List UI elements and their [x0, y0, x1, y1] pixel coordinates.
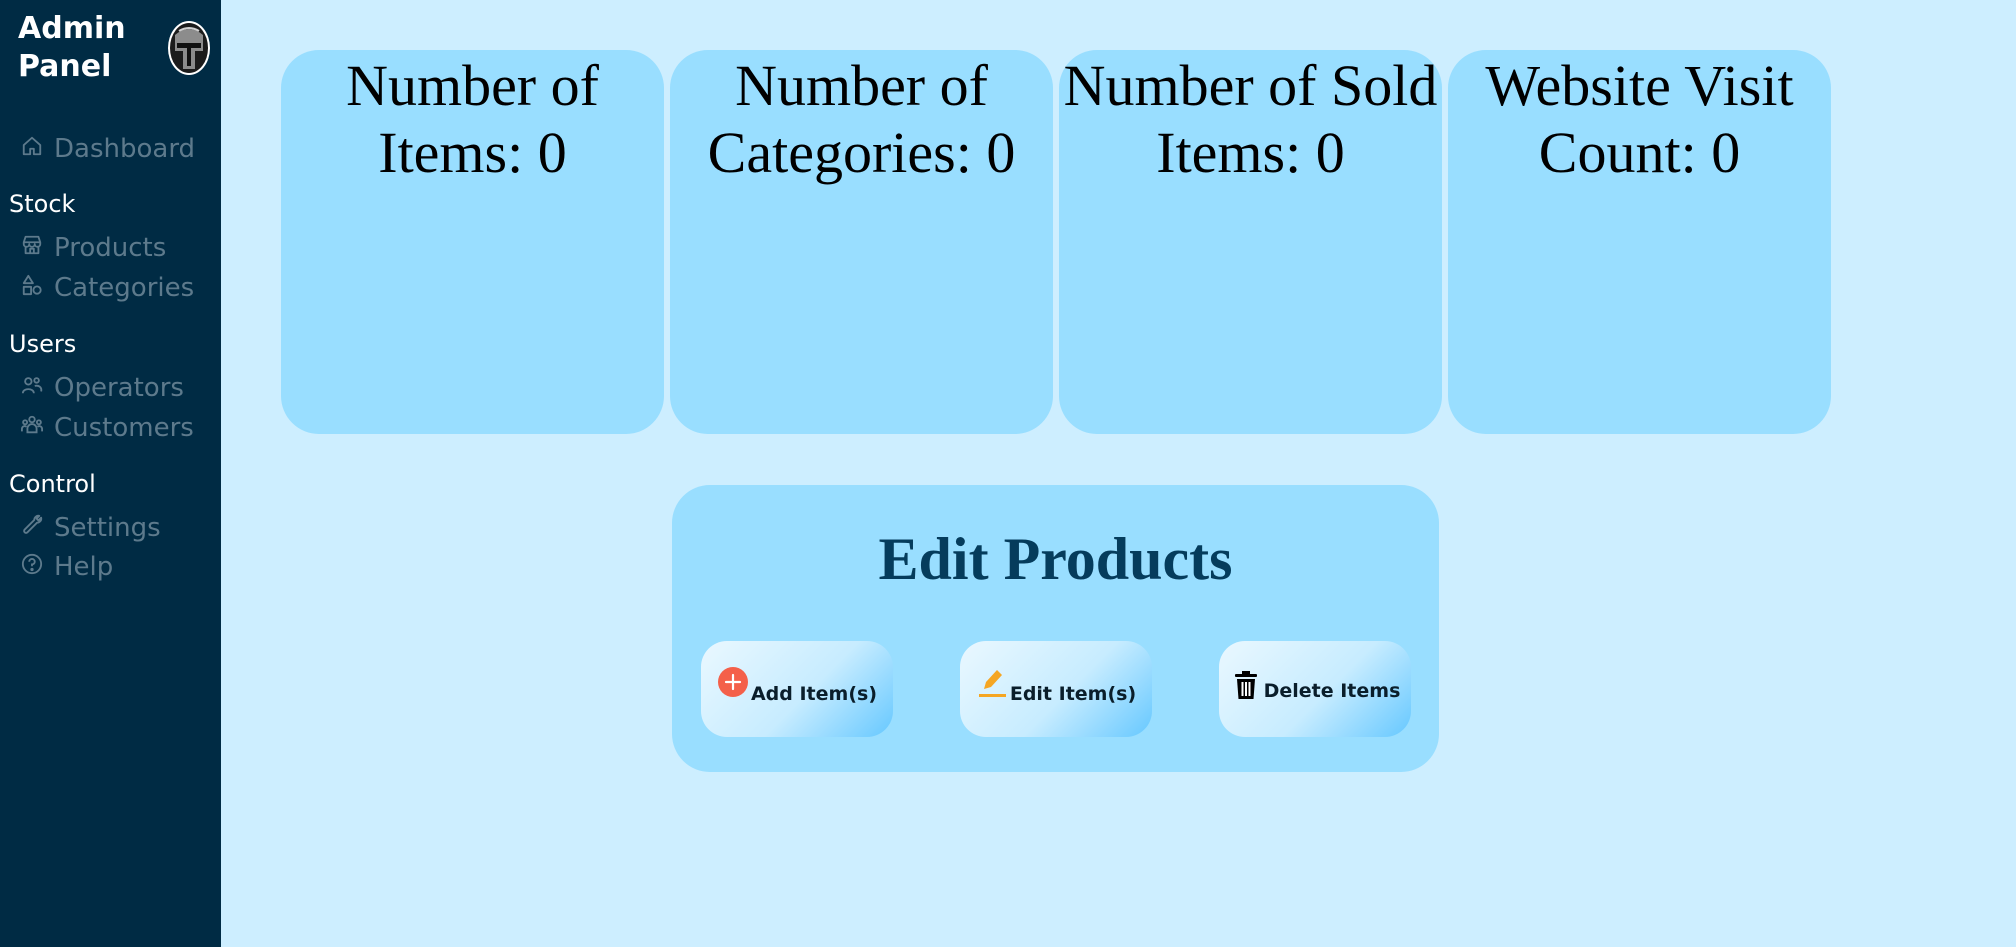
users-icon	[20, 413, 44, 437]
add-items-label: Add Item(s)	[750, 683, 878, 705]
edit-items-label: Edit Item(s)	[1009, 683, 1137, 705]
question-circle-icon	[20, 552, 44, 576]
stat-card-items: Number of Items: 0	[281, 50, 664, 434]
stat-items-text: Number of Items: 0	[281, 52, 664, 186]
sidebar-item-label: Products	[54, 233, 167, 263]
brand-line-2: Panel	[18, 49, 112, 84]
section-control: Control	[9, 470, 96, 498]
stat-visits-line-1: Website Visit	[1485, 53, 1794, 118]
sidebar-item-label: Categories	[54, 273, 195, 303]
stat-card-visits: Website Visit Count: 0	[1448, 50, 1831, 434]
sidebar-item-customers[interactable]: Customers	[20, 411, 194, 445]
sidebar-item-settings[interactable]: Settings	[20, 511, 161, 545]
stat-sold-line-1: Number of Sold	[1063, 53, 1438, 118]
stat-card-sold: Number of Sold Items: 0	[1059, 50, 1442, 434]
sidebar-item-label: Settings	[54, 513, 161, 543]
store-icon	[20, 233, 44, 257]
sidebar-item-products[interactable]: Products	[20, 231, 166, 265]
edit-products-panel: Edit Products Add Item(s) Edit Item(s) D…	[672, 485, 1439, 772]
stat-items-line-2: Items: 0	[378, 120, 567, 185]
stat-visits-line-2: Count: 0	[1538, 120, 1741, 185]
shapes-icon	[20, 273, 44, 297]
edit-items-button[interactable]: Edit Item(s)	[960, 641, 1152, 737]
stat-visits-text: Website Visit Count: 0	[1448, 52, 1831, 186]
sidebar: Admin Panel Dashboard Stock Products Cat…	[0, 0, 221, 947]
plus-circle-icon	[717, 665, 749, 699]
sidebar-item-dashboard[interactable]: Dashboard	[20, 132, 195, 166]
sidebar-item-label: Operators	[54, 373, 184, 403]
stat-categories-line-1: Number of	[735, 53, 988, 118]
section-users: Users	[9, 330, 77, 358]
brand-title: Admin Panel	[18, 10, 138, 86]
stat-sold-line-2: Items: 0	[1156, 120, 1345, 185]
stat-card-categories: Number of Categories: 0	[670, 50, 1053, 434]
pencil-icon	[976, 665, 1008, 699]
sidebar-item-label: Customers	[54, 413, 194, 443]
delete-items-label: Delete Items	[1263, 680, 1401, 702]
home-icon	[20, 134, 44, 158]
add-items-button[interactable]: Add Item(s)	[701, 641, 893, 737]
stat-categories-line-2: Categories: 0	[707, 120, 1016, 185]
wrench-icon	[20, 513, 44, 537]
sidebar-item-categories[interactable]: Categories	[20, 271, 194, 305]
edit-products-title: Edit Products	[878, 526, 1233, 592]
sidebar-item-help[interactable]: Help	[20, 550, 113, 584]
sidebar-item-operators[interactable]: Operators	[20, 371, 184, 405]
user-group-icon	[20, 373, 44, 397]
sidebar-item-label: Dashboard	[54, 134, 196, 164]
brand-line-1: Admin	[18, 11, 126, 46]
sidebar-item-label: Help	[54, 552, 114, 582]
stat-sold-text: Number of Sold Items: 0	[1059, 52, 1442, 186]
helmet-icon	[170, 23, 208, 73]
delete-items-button[interactable]: Delete Items	[1219, 641, 1411, 737]
section-stock: Stock	[9, 190, 76, 218]
stat-items-line-1: Number of	[346, 53, 599, 118]
avatar[interactable]	[168, 21, 210, 75]
stat-categories-text: Number of Categories: 0	[670, 52, 1053, 186]
trash-icon	[1230, 668, 1262, 702]
